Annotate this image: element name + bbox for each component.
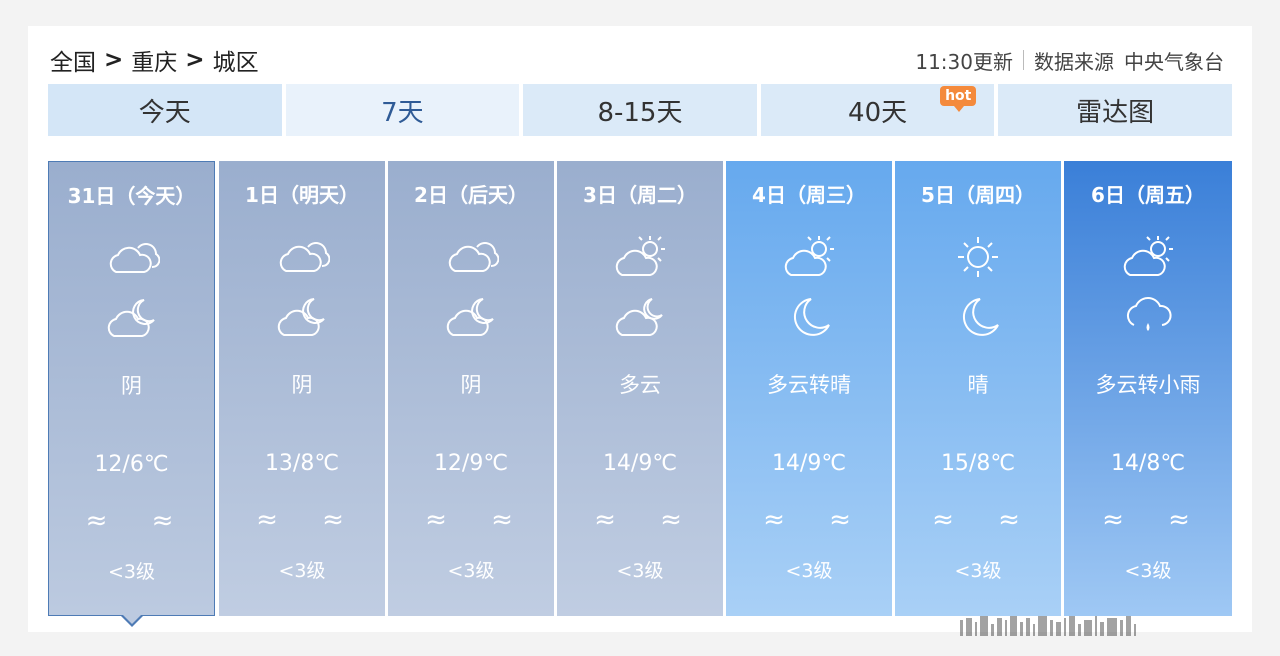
cloudy-icon	[109, 243, 160, 273]
light-rain-icon	[1126, 297, 1172, 331]
weather-text: 晴	[967, 373, 989, 397]
update-time: 11:30更新	[915, 49, 1013, 74]
partly-cloudy-night-icon	[615, 298, 663, 336]
weather-text: 多云转晴	[767, 373, 851, 397]
temperature: 12/6℃	[94, 452, 169, 477]
moon-icon	[793, 298, 830, 336]
weather-text: 阴	[291, 373, 313, 397]
update-info: 11:30更新 数据来源 中央气象台	[915, 44, 1224, 76]
wind-level: <3级	[278, 560, 326, 582]
divider	[1023, 50, 1024, 70]
cloudy-night-icon	[277, 298, 325, 336]
weather-text: 多云转小雨	[1095, 373, 1201, 397]
day-date: 5日（周四）	[921, 183, 1035, 207]
cloudy-night-icon	[446, 298, 494, 336]
wind-direction-icon: ≈ ≈	[932, 505, 1038, 535]
day-date: 2日（后天）	[414, 183, 528, 207]
wind-level: <3级	[954, 560, 1002, 582]
wind-level: <3级	[616, 560, 664, 582]
wind-level: <3级	[107, 561, 155, 583]
weather-panel: 全国 > 重庆 > 城区 11:30更新 数据来源 中央气象台 今天 7天 8-…	[28, 26, 1252, 632]
tab-label: 今天	[138, 97, 191, 128]
tab-7-days[interactable]: 7天	[285, 84, 520, 136]
watermark	[960, 614, 1250, 636]
tab-8-15-days[interactable]: 8-15天	[523, 84, 757, 136]
temperature: 15/8℃	[940, 451, 1016, 476]
partly-cloudy-icon	[1123, 236, 1173, 276]
day-card-2[interactable]: 2日（后天） 阴 12/9℃ ≈ ≈ <3级	[388, 161, 554, 616]
hot-badge: hot	[940, 86, 977, 112]
tab-label: 8-15天	[597, 97, 683, 128]
temperature: 14/9℃	[771, 451, 847, 476]
partly-cloudy-icon	[784, 236, 834, 276]
selected-pointer	[121, 615, 143, 627]
wind-direction-icon: ≈ ≈	[763, 505, 869, 535]
wind-direction-icon: ≈ ≈	[256, 505, 362, 535]
cloudy-icon	[448, 242, 499, 272]
moon-icon	[962, 298, 999, 336]
source-name: 中央气象台	[1124, 49, 1224, 74]
tab-label: 雷达图	[1076, 97, 1155, 128]
day-date: 3日（周二）	[583, 183, 697, 207]
temperature: 13/8℃	[264, 451, 340, 476]
weather-text: 阴	[460, 373, 482, 397]
tab-today[interactable]: 今天	[48, 84, 282, 136]
weather-text: 阴	[121, 374, 142, 398]
breadcrumb-item-province[interactable]: 重庆	[131, 43, 177, 77]
cloudy-night-icon	[107, 299, 155, 337]
day-cards: 31日（今天） 阴 12/6℃ ≈ ≈ <3级 1日（明天） 阴 13/8℃ ≈…	[48, 161, 1232, 627]
partly-cloudy-icon	[615, 236, 665, 276]
breadcrumb-item-country[interactable]: 全国	[50, 43, 96, 77]
tab-radar[interactable]: 雷达图	[998, 84, 1232, 136]
day-card-1[interactable]: 1日（明天） 阴 13/8℃ ≈ ≈ <3级	[219, 161, 385, 616]
day-card-3[interactable]: 3日（周二） 多云 14/9℃ ≈ ≈ <3级	[557, 161, 723, 616]
day-date: 6日（周五）	[1091, 183, 1205, 207]
day-date: 4日（周三）	[752, 183, 866, 207]
day-card-0[interactable]: 31日（今天） 阴 12/6℃ ≈ ≈ <3级	[48, 161, 215, 627]
tab-40-days[interactable]: 40天 hot	[760, 84, 995, 136]
wind-direction-icon: ≈ ≈	[1102, 505, 1208, 535]
wind-direction-icon: ≈ ≈	[594, 505, 700, 535]
wind-level: <3级	[1124, 560, 1172, 582]
source-label: 数据来源	[1034, 49, 1114, 74]
breadcrumb-item-district: 城区	[212, 50, 259, 76]
day-date: 1日（明天）	[245, 183, 359, 207]
breadcrumb: 全国 > 重庆 > 城区	[50, 44, 259, 76]
day-card-6[interactable]: 6日（周五） 多云转小雨 14/8℃ ≈ ≈ <3级	[1064, 161, 1232, 616]
sun-icon	[958, 237, 998, 277]
tab-label: 40天	[848, 97, 908, 128]
wind-direction-icon: ≈ ≈	[85, 506, 192, 536]
wind-level: <3级	[785, 560, 833, 582]
temperature: 14/9℃	[602, 451, 678, 476]
breadcrumb-separator: >	[104, 47, 124, 73]
temperature: 14/8℃	[1110, 451, 1186, 476]
wind-level: <3级	[447, 560, 495, 582]
day-card-4[interactable]: 4日（周三） 多云转晴 14/9℃ ≈ ≈ <3级	[726, 161, 892, 616]
cloudy-icon	[279, 242, 330, 272]
forecast-tabs: 今天 7天 8-15天 40天 hot 雷达图	[48, 84, 1232, 136]
wind-direction-icon: ≈ ≈	[425, 505, 531, 535]
tab-label: 7天	[381, 97, 424, 128]
weather-text: 多云	[619, 373, 661, 397]
day-date: 31日（今天）	[67, 184, 196, 208]
day-card-5[interactable]: 5日（周四） 晴 15/8℃ ≈ ≈ <3级	[895, 161, 1061, 616]
temperature: 12/9℃	[433, 451, 509, 476]
breadcrumb-separator: >	[185, 47, 205, 73]
